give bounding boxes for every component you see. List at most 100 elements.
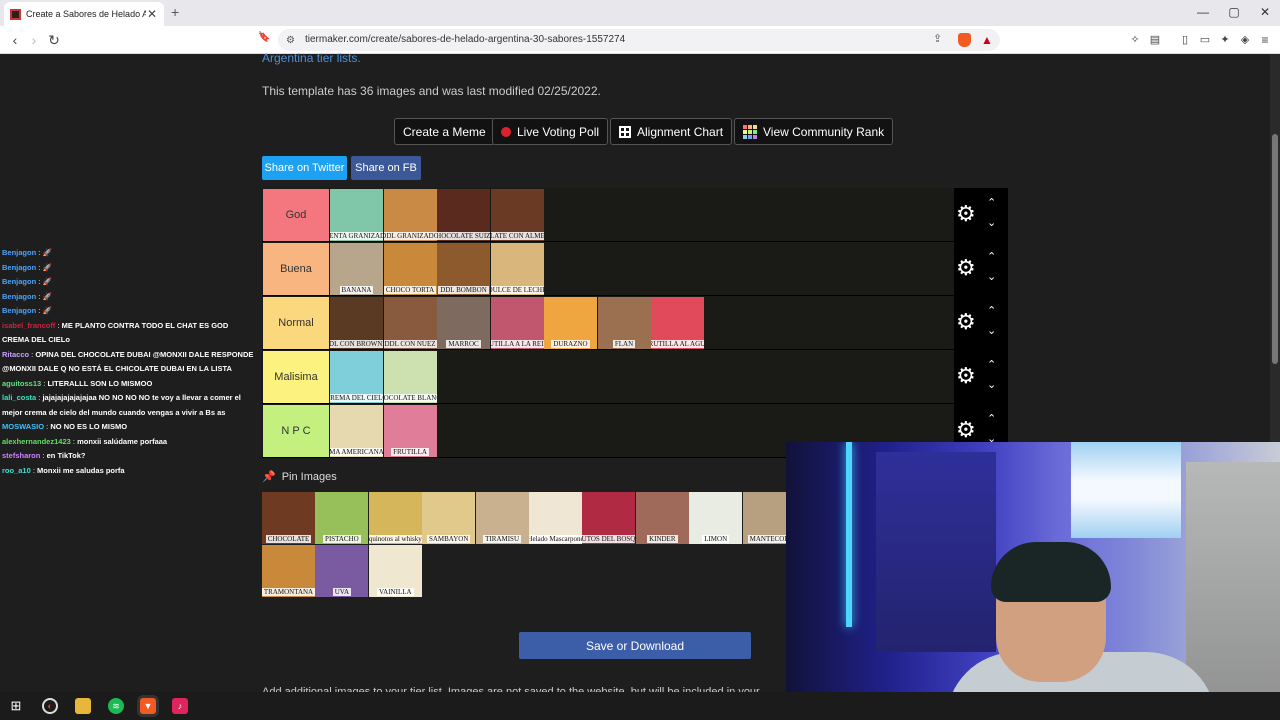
- tier-label[interactable]: God: [263, 189, 329, 241]
- tier-item[interactable]: DDL GRANIZADO: [383, 189, 437, 241]
- pool-image[interactable]: LIMON: [689, 492, 743, 544]
- brave-shields-icon[interactable]: [958, 33, 971, 47]
- tier-item[interactable]: MENTA GRANIZADA: [330, 189, 383, 241]
- wallet-icon[interactable]: ▭: [1196, 31, 1214, 49]
- file-explorer-icon[interactable]: [75, 698, 91, 714]
- tier-item[interactable]: DURAZNO: [544, 297, 597, 349]
- tier-item-label: DDL GRANIZADO: [383, 232, 437, 240]
- tier-item[interactable]: DDL CON BROWNIE: [330, 297, 383, 349]
- template-info: This template has 36 images and was last…: [262, 84, 601, 98]
- move-tier-up-icon[interactable]: ⌃: [987, 358, 996, 371]
- tier-item[interactable]: DULCE DE LECHE: [490, 243, 544, 295]
- tier-item[interactable]: CHOCOLATE SUIZO: [437, 189, 490, 241]
- move-tier-up-icon[interactable]: ⌃: [987, 412, 996, 425]
- tier-settings-gear-icon[interactable]: ⚙: [956, 419, 976, 441]
- tier-item[interactable]: MARROC: [437, 297, 490, 349]
- pool-image[interactable]: VAINILLA: [368, 545, 422, 597]
- menu-icon[interactable]: ≡: [1256, 31, 1274, 49]
- tier-settings-gear-icon[interactable]: ⚙: [956, 257, 976, 279]
- tier-item-label: DDL CON NUEZ: [383, 340, 437, 348]
- brave-rewards-icon[interactable]: ▲: [981, 33, 993, 47]
- restore-button[interactable]: ▢: [1224, 5, 1244, 19]
- alignment-chart-button[interactable]: Alignment Chart: [610, 118, 733, 145]
- pool-image[interactable]: CHOCOLATE: [262, 492, 315, 544]
- create-meme-button[interactable]: Create a Meme: [394, 118, 495, 145]
- share-fb-button[interactable]: Share on FB: [351, 156, 421, 180]
- live-dot-icon: [501, 126, 511, 137]
- tier-settings-gear-icon[interactable]: ⚙: [956, 365, 976, 387]
- reading-list-icon[interactable]: ▤: [1146, 31, 1164, 49]
- tier-item[interactable]: DDL BOMBON: [437, 243, 490, 295]
- tier-item[interactable]: MA AMERICANA: [330, 405, 383, 457]
- new-tab-button[interactable]: +: [171, 4, 179, 20]
- pool-image[interactable]: UVA: [315, 545, 369, 597]
- tab-close-icon[interactable]: ✕: [146, 7, 158, 21]
- tier-item[interactable]: CHOCOLATE BLANCO: [383, 351, 437, 403]
- move-tier-down-icon[interactable]: ⌄: [987, 270, 996, 283]
- address-bar[interactable]: ⚙ tiermaker.com/create/sabores-de-helado…: [278, 29, 1000, 51]
- tier-settings-gear-icon[interactable]: ⚙: [956, 311, 976, 333]
- windows-start-icon[interactable]: ⊞: [8, 698, 24, 714]
- tier-item[interactable]: DDL CON NUEZ: [383, 297, 437, 349]
- alignment-chart-label: Alignment Chart: [637, 124, 724, 139]
- move-tier-down-icon[interactable]: ⌄: [987, 378, 996, 391]
- obs-icon[interactable]: ◐: [42, 698, 58, 714]
- tier-item[interactable]: CREMA DEL CIELO: [330, 351, 383, 403]
- reload-icon[interactable]: ↻: [45, 31, 63, 49]
- tier-item[interactable]: FRUTILLA AL AGUA: [651, 297, 704, 349]
- tiktok-icon[interactable]: ♪: [172, 698, 188, 714]
- share-twitter-button[interactable]: Share on Twitter: [262, 156, 347, 180]
- tier-item[interactable]: CHOCO TORTA: [383, 243, 437, 295]
- site-info-icon[interactable]: ⚙: [286, 35, 295, 46]
- tier-item-label: DURAZNO: [551, 340, 590, 348]
- forward-icon[interactable]: ›: [25, 31, 43, 49]
- move-tier-up-icon[interactable]: ⌃: [987, 196, 996, 209]
- argentina-tier-lists-link[interactable]: Argentina tier lists.: [262, 51, 361, 65]
- window-close-button[interactable]: ✕: [1255, 5, 1275, 19]
- move-tier-down-icon[interactable]: ⌄: [987, 324, 996, 337]
- back-icon[interactable]: ‹: [6, 31, 24, 49]
- pool-image[interactable]: TRAMONTANA: [262, 545, 315, 597]
- tier-item-label: MENTA GRANIZADA: [330, 232, 383, 240]
- leo-ai-icon[interactable]: ✦: [1216, 31, 1234, 49]
- pool-image-label: PISTACHO: [323, 535, 361, 543]
- pool-image[interactable]: SAMBAYON: [422, 492, 476, 544]
- tier-label[interactable]: Buena: [263, 243, 329, 295]
- tier-item[interactable]: CHOCOLATE CON ALMENDRAS: [490, 189, 544, 241]
- pool-image[interactable]: PISTACHO: [315, 492, 369, 544]
- bookmark-icon[interactable]: 🔖: [258, 32, 270, 43]
- chat-message: Benjagon : 🚀: [2, 290, 254, 305]
- tier-label[interactable]: N P C: [263, 405, 329, 457]
- move-tier-down-icon[interactable]: ⌄: [987, 216, 996, 229]
- browser-tab[interactable]: Create a Sabores de Helado Arg ✕: [4, 2, 164, 26]
- tier-item[interactable]: FLAN: [597, 297, 651, 349]
- vpn-icon[interactable]: ◈: [1236, 31, 1254, 49]
- pool-image[interactable]: FRUTOS DEL BOSQUE: [582, 492, 636, 544]
- pin-images-toggle[interactable]: 📌 Pin Images: [262, 470, 337, 484]
- pool-image[interactable]: Helado Mascarpone: [529, 492, 582, 544]
- sidebar-icon[interactable]: ▯: [1176, 31, 1194, 49]
- pool-image[interactable]: TIRAMISU: [475, 492, 529, 544]
- tier-row: Buena BANANA CHOCO TORTA DDL BOMBON DULCE DE…: [262, 242, 1008, 296]
- tier-label[interactable]: Malisima: [263, 351, 329, 403]
- spotify-icon[interactable]: ≋: [108, 698, 124, 714]
- pool-image[interactable]: KINDER: [635, 492, 689, 544]
- tier-item[interactable]: BANANA: [330, 243, 383, 295]
- share-icon[interactable]: ⇪: [933, 32, 942, 45]
- minimize-button[interactable]: —: [1193, 5, 1213, 19]
- view-community-rank-button[interactable]: View Community Rank: [734, 118, 894, 145]
- extensions-icon[interactable]: ✧: [1126, 31, 1144, 49]
- tier-item[interactable]: FRUTILLA A LA REINA: [490, 297, 544, 349]
- tier-label[interactable]: Normal: [263, 297, 329, 349]
- brave-taskbar-icon[interactable]: ▼: [140, 698, 156, 714]
- move-tier-up-icon[interactable]: ⌃: [987, 250, 996, 263]
- tier-item[interactable]: FRUTILLA: [383, 405, 437, 457]
- pool-image[interactable]: quinotos al whisky: [368, 492, 422, 544]
- community-rank-icon: [743, 124, 757, 139]
- live-voting-poll-button[interactable]: Live Voting Poll: [492, 118, 609, 145]
- tier-settings-gear-icon[interactable]: ⚙: [956, 203, 976, 225]
- pin-images-label: Pin Images: [281, 470, 337, 483]
- scrollbar-thumb[interactable]: [1272, 134, 1278, 364]
- save-download-button[interactable]: Save or Download: [519, 632, 751, 659]
- move-tier-up-icon[interactable]: ⌃: [987, 304, 996, 317]
